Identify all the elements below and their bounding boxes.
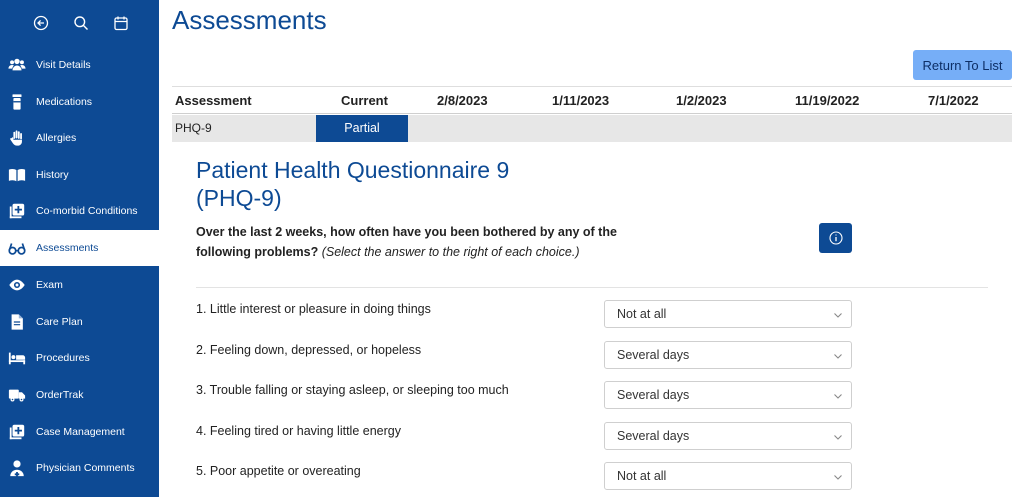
questionnaire-title: Patient Health Questionnaire 9 (PHQ-9) <box>196 157 510 211</box>
questionnaire-instructions: Over the last 2 weeks, how often have yo… <box>196 222 666 262</box>
select-value: Several days <box>617 348 690 362</box>
sidebar-item-label: Allergies <box>36 132 77 144</box>
eye-icon <box>7 275 27 295</box>
sidebar-item-co-morbid-conditions[interactable]: Co-morbid Conditions <box>0 193 159 229</box>
sidebar-item-label: Case Management <box>36 426 125 438</box>
select-value: Not at all <box>617 307 667 321</box>
select-value: Several days <box>617 388 690 402</box>
answer-select[interactable]: Several days <box>604 381 852 409</box>
question-label: 2. Feeling down, depressed, or hopeless <box>196 343 422 357</box>
table-row[interactable]: PHQ-9 Partial <box>172 115 1012 142</box>
app-root: Visit Details Medications Allergies Hist… <box>0 0 1024 497</box>
sidebar-item-label: OrderTrak <box>36 389 84 401</box>
sidebar-item-label: History <box>36 169 69 181</box>
sidebar-item-case-management[interactable]: Case Management <box>0 414 159 450</box>
sidebar-item-allergies[interactable]: Allergies <box>0 120 159 156</box>
sidebar-item-physician-comments[interactable]: Physician Comments <box>0 450 159 486</box>
sidebar-item-exam[interactable]: Exam <box>0 267 159 303</box>
sidebar-item-medications[interactable]: Medications <box>0 84 159 120</box>
divider <box>196 287 988 288</box>
sidebar-item-label: Exam <box>36 279 63 291</box>
assessment-name: PHQ-9 <box>175 121 212 135</box>
calendar-icon[interactable] <box>110 12 132 34</box>
sidebar-item-label: Care Plan <box>36 316 83 328</box>
assessment-table-header: Assessment Current 2/8/2023 1/11/2023 1/… <box>172 86 1012 114</box>
pill-bottle-icon <box>7 92 27 112</box>
document-icon <box>7 312 27 332</box>
chevron-down-icon <box>834 394 842 399</box>
instructions-hint: (Select the answer to the right of each … <box>321 245 580 259</box>
sidebar-item-label: Co-morbid Conditions <box>36 205 138 217</box>
select-value: Several days <box>617 429 690 443</box>
glasses-icon <box>7 238 27 258</box>
doctor-icon <box>7 458 27 478</box>
question-label: 4. Feeling tired or having little energy <box>196 424 401 438</box>
medical-plus-icon <box>7 422 27 442</box>
sidebar: Visit Details Medications Allergies Hist… <box>0 0 159 497</box>
sidebar-item-label: Physician Comments <box>36 462 135 474</box>
info-button[interactable] <box>819 223 852 253</box>
chevron-down-icon <box>834 313 842 318</box>
sidebar-item-visit-details[interactable]: Visit Details <box>0 47 159 83</box>
column-header[interactable]: 1/2/2023 <box>676 93 727 108</box>
search-icon[interactable] <box>70 12 92 34</box>
column-header[interactable]: 1/11/2023 <box>552 93 609 108</box>
column-header[interactable]: 7/1/2022 <box>928 93 979 108</box>
column-header: Current <box>341 93 388 108</box>
column-header: Assessment <box>175 93 252 108</box>
book-icon <box>7 165 27 185</box>
question-label: 1. Little interest or pleasure in doing … <box>196 302 431 316</box>
sidebar-item-label: Medications <box>36 96 93 108</box>
chevron-down-icon <box>834 435 842 440</box>
return-to-list-button[interactable]: Return To List <box>913 50 1012 80</box>
column-header[interactable]: 11/19/2022 <box>795 93 859 108</box>
sidebar-item-label: Procedures <box>36 352 90 364</box>
sidebar-item-care-plan[interactable]: Care Plan <box>0 304 159 340</box>
sidebar-item-label: Assessments <box>36 242 99 254</box>
answer-select[interactable]: Not at all <box>604 300 852 328</box>
sidebar-toolbar <box>0 0 159 46</box>
sidebar-item-ordertrak[interactable]: OrderTrak <box>0 377 159 413</box>
chevron-down-icon <box>834 354 842 359</box>
select-value: Not at all <box>617 469 667 483</box>
sidebar-item-label: Visit Details <box>36 59 91 71</box>
question-label: 5. Poor appetite or overeating <box>196 464 361 478</box>
sidebar-item-procedures[interactable]: Procedures <box>0 340 159 376</box>
hand-icon <box>7 128 27 148</box>
question-label: 3. Trouble falling or staying asleep, or… <box>196 383 509 397</box>
answer-select[interactable]: Several days <box>604 341 852 369</box>
truck-icon <box>7 385 27 405</box>
current-status-badge[interactable]: Partial <box>316 115 408 142</box>
sidebar-item-history[interactable]: History <box>0 157 159 193</box>
chevron-down-icon <box>834 475 842 480</box>
medical-plus-icon <box>7 201 27 221</box>
answer-select[interactable]: Not at all <box>604 462 852 490</box>
bed-icon <box>7 348 27 368</box>
users-icon <box>7 55 27 75</box>
column-header[interactable]: 2/8/2023 <box>437 93 488 108</box>
back-circle-icon[interactable] <box>30 12 52 34</box>
sidebar-item-assessments[interactable]: Assessments <box>0 230 159 266</box>
info-icon <box>828 231 843 245</box>
answer-select[interactable]: Several days <box>604 422 852 450</box>
page-title: Assessments <box>172 5 327 35</box>
